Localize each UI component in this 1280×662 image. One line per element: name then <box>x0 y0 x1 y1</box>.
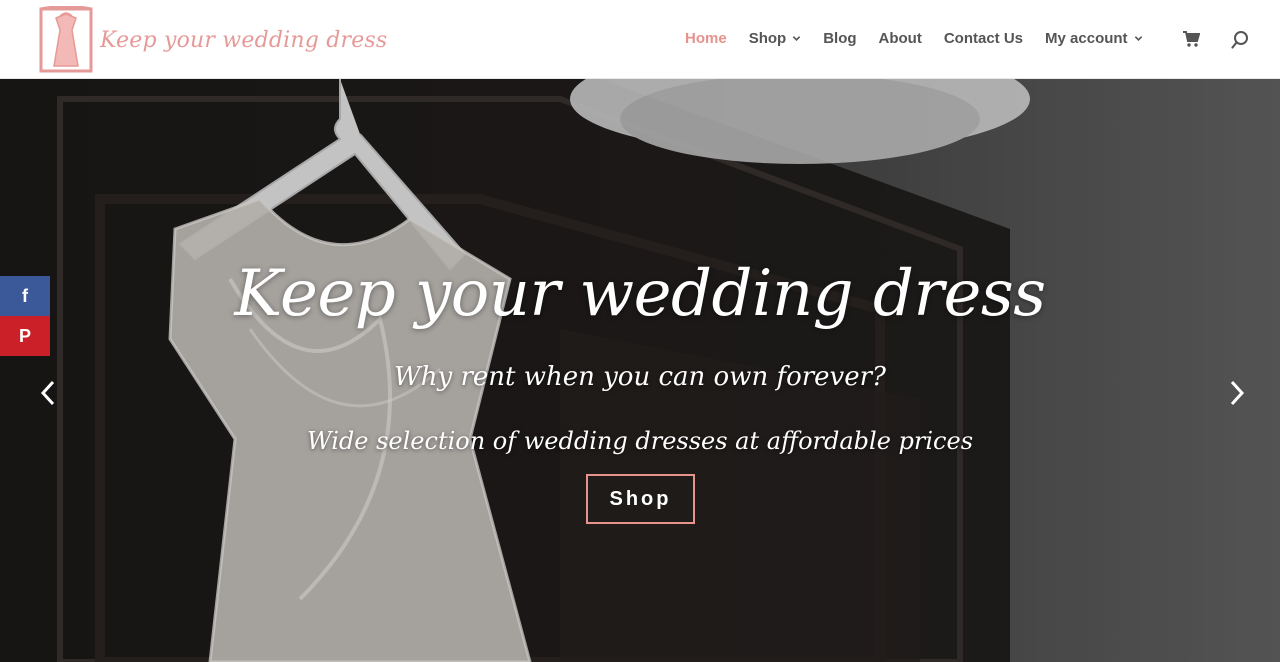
hero-description: Wide selection of wedding dresses at aff… <box>306 427 974 455</box>
shop-button[interactable]: Shop <box>586 474 695 524</box>
logo-text: Keep your wedding dress <box>100 27 388 53</box>
cart-icon[interactable] <box>1182 30 1200 48</box>
nav-contact[interactable]: Contact Us <box>944 30 1023 47</box>
facebook-icon: f <box>22 285 28 306</box>
chevron-down-icon <box>1134 36 1142 41</box>
chevron-down-icon <box>792 36 801 41</box>
site-header: Keep your wedding dress Home Shop Blog A… <box>0 0 1280 79</box>
nav-blog[interactable]: Blog <box>823 30 856 47</box>
nav-home-label: Home <box>685 30 727 47</box>
facebook-share-button[interactable]: f <box>0 276 50 316</box>
nav-blog-label: Blog <box>823 30 857 47</box>
pinterest-icon: P <box>18 325 31 346</box>
nav-my-account-label: My account <box>1045 30 1128 47</box>
nav-contact-label: Contact Us <box>943 30 1024 47</box>
nav-my-account[interactable]: My account <box>1045 30 1143 47</box>
site-logo[interactable]: Keep your wedding dress <box>38 6 387 74</box>
nav-shop[interactable]: Shop <box>749 30 802 47</box>
hero-title: Keep your wedding dress <box>234 257 1046 331</box>
nav-home[interactable]: Home <box>685 30 727 47</box>
logo-wardrobe-icon <box>39 6 93 73</box>
pinterest-share-button[interactable]: P <box>0 316 50 356</box>
nav-about[interactable]: About <box>879 30 922 47</box>
nav-about-label: About <box>878 30 922 47</box>
search-icon[interactable] <box>1231 30 1249 50</box>
hero-subtitle: Why rent when you can own forever? <box>394 362 886 392</box>
nav-shop-label: Shop <box>748 30 787 47</box>
hero-slider: Keep your wedding dress Why rent when yo… <box>0 79 1280 662</box>
main-nav: Home Shop Blog About Contact Us My accou… <box>685 30 1165 47</box>
